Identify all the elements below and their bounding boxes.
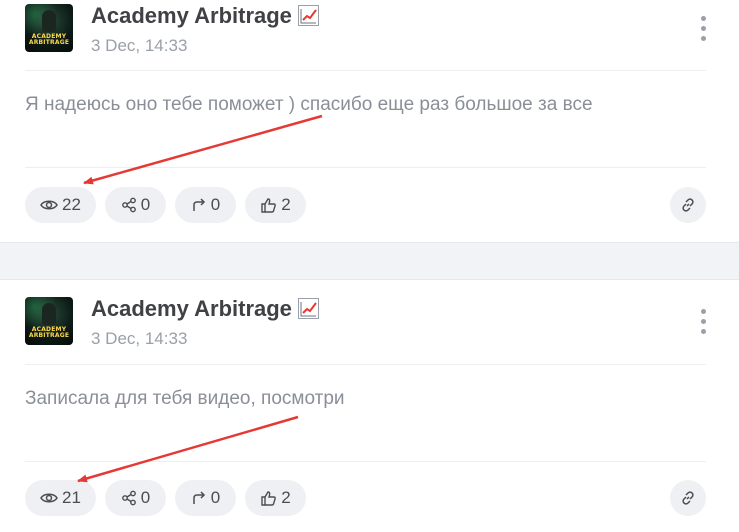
- post-date: 3 Dec, 14:33: [91, 36, 188, 55]
- message-text: Я надеюсь оно тебе поможет ) спасибо еще…: [25, 94, 593, 115]
- divider: [25, 364, 706, 365]
- post-separator: [0, 242, 739, 280]
- views-counter[interactable]: 21: [25, 480, 96, 516]
- post-date: 3 Dec, 14:33: [91, 329, 188, 348]
- shares-counter[interactable]: 0: [105, 480, 166, 516]
- post-card: ACADEMY ARBITRAGE Academy Arbitrage 3 De…: [0, 0, 739, 242]
- avatar[interactable]: ACADEMY ARBITRAGE: [25, 297, 73, 345]
- avatar-label: ACADEMY ARBITRAGE: [28, 326, 70, 339]
- eye-icon: [40, 200, 58, 210]
- shares-count: 0: [140, 195, 151, 214]
- message-text: Записала для тебя видео, посмотри: [25, 388, 345, 409]
- more-options-icon[interactable]: [695, 307, 713, 337]
- author-name-text: Academy Arbitrage: [91, 296, 292, 321]
- author-name[interactable]: Academy Arbitrage: [91, 3, 319, 29]
- eye-icon: [40, 493, 58, 503]
- link-icon: [682, 198, 694, 212]
- avatar-label: ACADEMY ARBITRAGE: [28, 33, 70, 46]
- forwards-count: 0: [210, 488, 221, 507]
- author-name[interactable]: Academy Arbitrage: [91, 296, 319, 322]
- share-icon: [121, 490, 136, 506]
- copy-link-button[interactable]: [670, 480, 706, 516]
- views-counter[interactable]: 22: [25, 187, 96, 223]
- chart-increasing-icon: [297, 5, 319, 26]
- likes-count: 2: [281, 195, 291, 214]
- shares-counter[interactable]: 0: [105, 187, 166, 223]
- forward-icon: [193, 198, 205, 211]
- chart-increasing-icon: [297, 298, 319, 319]
- copy-link-button[interactable]: [670, 187, 706, 223]
- link-icon: [682, 491, 694, 505]
- author-name-text: Academy Arbitrage: [91, 3, 292, 28]
- share-icon: [121, 197, 136, 213]
- shares-count: 0: [140, 488, 151, 507]
- views-count: 22: [62, 195, 81, 214]
- forwards-counter[interactable]: 0: [175, 187, 236, 223]
- likes-count: 2: [281, 488, 291, 507]
- likes-counter[interactable]: 2: [245, 187, 306, 223]
- views-count: 21: [62, 488, 81, 507]
- post-card: ACADEMY ARBITRAGE Academy Arbitrage 3 De…: [0, 280, 739, 532]
- more-options-icon[interactable]: [695, 14, 713, 44]
- divider: [25, 70, 706, 71]
- divider: [25, 461, 706, 462]
- likes-counter[interactable]: 2: [245, 480, 306, 516]
- thumbs-up-icon: [261, 197, 277, 213]
- avatar[interactable]: ACADEMY ARBITRAGE: [25, 4, 73, 52]
- forwards-count: 0: [210, 195, 221, 214]
- forwards-counter[interactable]: 0: [175, 480, 236, 516]
- thumbs-up-icon: [261, 490, 277, 506]
- divider: [25, 167, 706, 168]
- forward-icon: [193, 491, 205, 504]
